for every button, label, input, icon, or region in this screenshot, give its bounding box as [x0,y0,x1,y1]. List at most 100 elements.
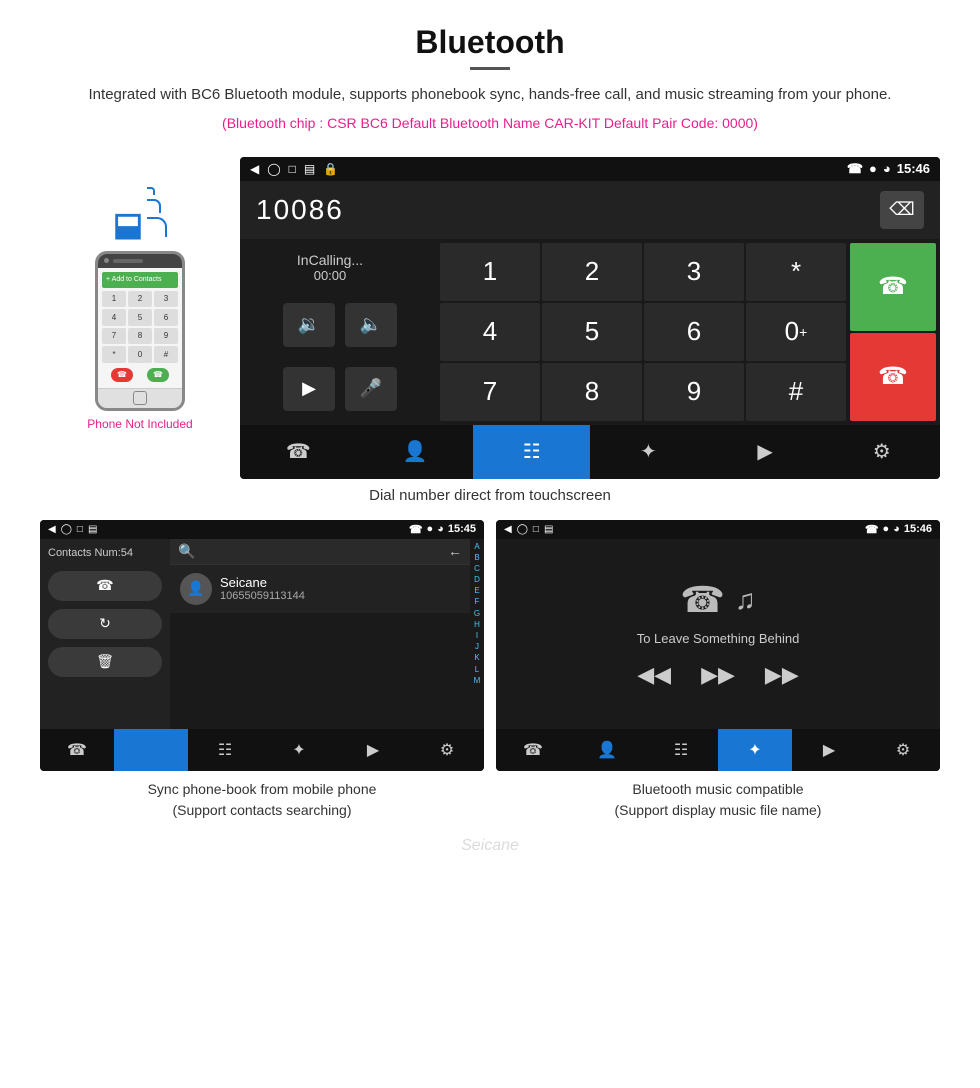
contacts-nav-contact[interactable]: 👤 [114,729,188,771]
phone-not-included-label: Phone Not Included [87,417,192,431]
call-timer-text: 00:00 [250,268,410,283]
transfer-call-button[interactable]: ▶ [283,367,335,411]
phone-status-icon: ☎ [847,161,863,177]
contact-number: 10655059113144 [220,590,460,602]
music-nav-keypad[interactable]: ☷ [644,729,718,771]
key-9[interactable]: 9 [644,363,744,421]
call-info: InCalling... 00:00 [250,252,410,283]
key-7[interactable]: 7 [440,363,540,421]
key-6[interactable]: 6 [644,303,744,361]
contacts-nav-screen[interactable]: ▶ [336,729,410,771]
key-4[interactable]: 4 [440,303,540,361]
music-time: 15:46 [904,523,932,535]
contact-name: Seicane [220,575,460,590]
back-nav-icon: ◀ [250,162,259,176]
contacts-caption: Sync phone-book from mobile phone(Suppor… [40,779,484,821]
alpha-f[interactable]: F [475,596,480,607]
music-phone-icon: ☎ [865,523,879,536]
previous-track-button[interactable]: ◀◀ [637,662,671,688]
alpha-b[interactable]: B [474,552,479,563]
music-nav-settings[interactable]: ⚙ [866,729,940,771]
play-pause-button[interactable]: ▶▶ [701,662,735,688]
alpha-j[interactable]: J [475,641,479,652]
music-nav-bluetooth[interactable]: ✦ [718,729,792,771]
contacts-nav-keypad[interactable]: ☷ [188,729,262,771]
page-title: Bluetooth [40,24,940,61]
alpha-m[interactable]: M [474,675,481,686]
contacts-nav-phone[interactable]: ☎ [40,729,114,771]
contacts-nav-bluetooth[interactable]: ✦ [262,729,336,771]
alpha-c[interactable]: C [474,563,480,574]
backspace-button[interactable]: ⌫ [880,191,924,229]
phone-image-area: ⬓ + Add to Contacts 123 456 789 [40,157,240,479]
alpha-d[interactable]: D [474,574,480,585]
contacts-back-icon: ◀ [48,524,56,535]
music-nav-contact[interactable]: 👤 [570,729,644,771]
alpha-i[interactable]: I [476,630,478,641]
nav-keypad[interactable]: ☷ [473,425,590,479]
contacts-square-icon: □ [77,524,83,535]
contacts-time: 15:45 [448,523,476,535]
key-8[interactable]: 8 [542,363,642,421]
phone-mockup: + Add to Contacts 123 456 789 *0# ☎ ☎ [95,251,185,411]
key-2[interactable]: 2 [542,243,642,301]
volume-up-button[interactable]: 🔉 [283,303,335,347]
alpha-k[interactable]: K [474,652,479,663]
back-arrow-icon[interactable]: ← [448,543,462,559]
contacts-location-icon: ● [427,523,434,535]
music-nav-phone[interactable]: ☎ [496,729,570,771]
key-0plus[interactable]: 0+ [746,303,846,361]
key-star[interactable]: * [746,243,846,301]
call-contact-button[interactable]: ☎ [48,571,162,601]
music-nav-screen[interactable]: ▶ [792,729,866,771]
watermark: Seicane [0,837,980,855]
call-action-buttons: ☎ ☎ [850,239,940,425]
contacts-wifi-icon: ◕ [437,523,444,535]
sync-contacts-button[interactable]: ↻ [48,609,162,639]
contacts-screen: ◀ ◯ □ ▤ ☎ ● ◕ 15:45 Contacts Num:54 ☎ ↻ … [40,520,484,771]
key-3[interactable]: 3 [644,243,744,301]
contacts-nav-settings[interactable]: ⚙ [410,729,484,771]
music-status-bar: ◀ ◯ □ ▤ ☎ ● ◕ 15:46 [496,520,940,539]
contact-list-item[interactable]: 👤 Seicane 10655059113144 [170,565,470,613]
delete-contact-button[interactable]: 🗑 [48,647,162,677]
notification-icon: ▤ [304,162,315,176]
nav-contact[interactable]: 👤 [357,425,474,479]
contacts-search-input[interactable] [201,544,442,559]
location-icon: ● [869,161,877,176]
bluetooth-info: (Bluetooth chip : CSR BC6 Default Blueto… [40,115,940,131]
nav-bluetooth[interactable]: ✦ [590,425,707,479]
key-hash[interactable]: # [746,363,846,421]
square-icon: □ [289,162,296,176]
key-1[interactable]: 1 [440,243,540,301]
alpha-a[interactable]: A [474,541,479,552]
music-screen: ◀ ◯ □ ▤ ☎ ● ◕ 15:46 ☎ ♫ To Leave Somethi… [496,520,940,771]
page-subtitle: Integrated with BC6 Bluetooth module, su… [40,84,940,107]
window-icon: ◯ [267,162,280,176]
contacts-count: Contacts Num:54 [48,547,162,559]
music-content: ☎ ♫ To Leave Something Behind ◀◀ ▶▶ ▶▶ [496,539,940,729]
nav-settings[interactable]: ⚙ [823,425,940,479]
contact-avatar: 👤 [180,573,212,605]
end-call-button[interactable]: ☎ [850,333,936,421]
alpha-h[interactable]: H [474,619,480,630]
alpha-g[interactable]: G [474,608,480,619]
next-track-button[interactable]: ▶▶ [765,662,799,688]
key-5[interactable]: 5 [542,303,642,361]
contacts-phone-icon: ☎ [409,523,423,536]
nav-screen-transfer[interactable]: ▶ [707,425,824,479]
dial-screen: ◀ ◯ □ ▤ 🔒 ☎ ● ◕ 15:46 10086 ⌫ [240,157,940,479]
nav-phone-transfer[interactable]: ☎ [240,425,357,479]
music-location-icon: ● [883,523,890,535]
alpha-e[interactable]: E [474,585,479,596]
mute-button[interactable]: 🎤 [345,367,397,411]
music-nav-bar: ☎ 👤 ☷ ✦ ▶ ⚙ [496,729,940,771]
volume-down-button[interactable]: 🔈 [345,303,397,347]
alpha-l[interactable]: L [475,664,479,675]
song-title: To Leave Something Behind [637,631,800,646]
answer-call-button[interactable]: ☎ [850,243,936,331]
volume-controls: 🔉 🔈 [250,303,430,347]
contacts-list-panel: 🔍 ← 👤 Seicane 10655059113144 [170,539,470,729]
music-back-icon: ◀ [504,524,512,535]
music-wifi-icon: ◕ [893,523,900,535]
